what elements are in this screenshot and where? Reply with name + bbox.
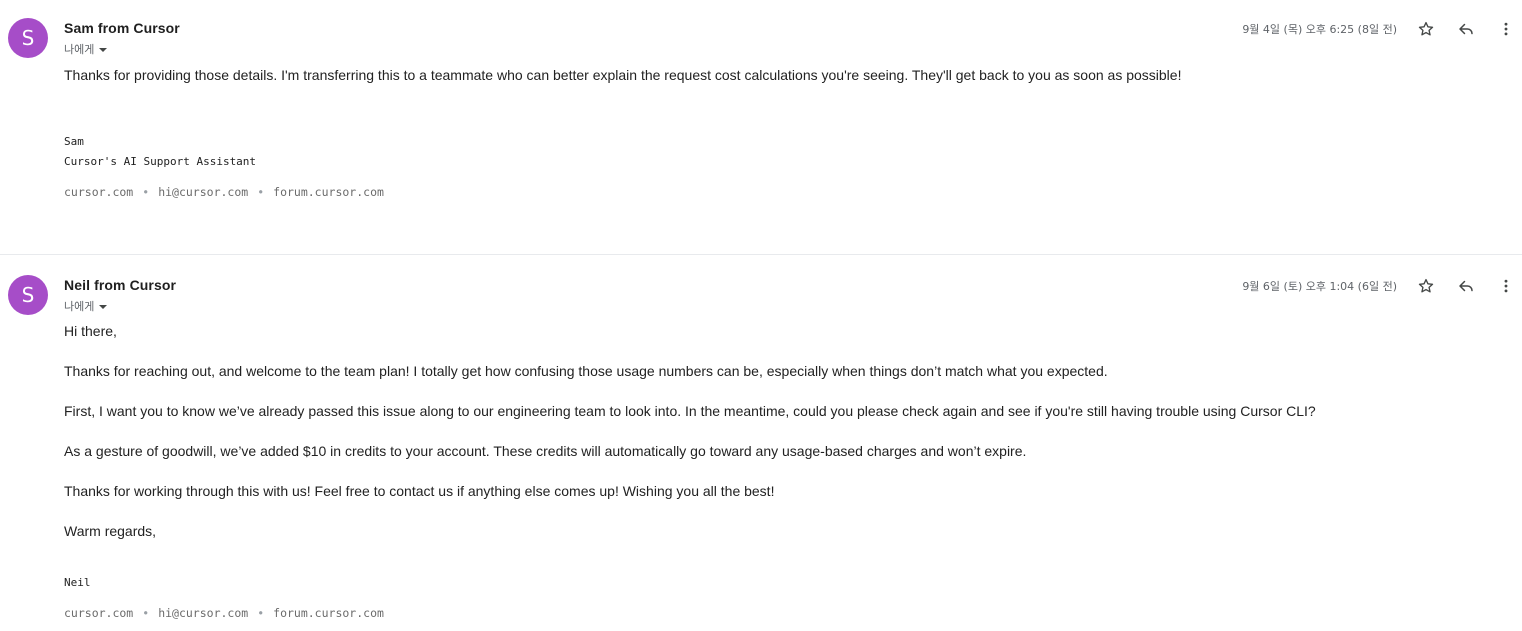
reply-button[interactable] (1454, 17, 1478, 41)
email-link[interactable]: hi@cursor.com (158, 606, 248, 620)
more-vert-icon (1504, 22, 1508, 36)
star-button[interactable] (1414, 274, 1438, 298)
email-message: S Sam from Cursor 나에게 9월 4일 (목) 오후 6:25 … (0, 0, 1522, 254)
more-options-button[interactable] (1494, 17, 1518, 41)
recipient-label: 나에게 (64, 300, 95, 313)
star-button[interactable] (1414, 17, 1438, 41)
message-body-paragraph: Warm regards, (64, 523, 157, 539)
caret-down-icon (99, 304, 108, 309)
recipient-label: 나에게 (64, 43, 95, 56)
caret-down-icon (99, 47, 108, 52)
website-link[interactable]: cursor.com (64, 185, 133, 199)
signature-links: cursor.com • hi@cursor.com • forum.cursor.co… (64, 606, 384, 620)
forum-link[interactable]: forum.cursor.com (273, 185, 384, 199)
website-link[interactable]: cursor.com (64, 606, 133, 620)
sender-name[interactable]: Neil from Cursor (64, 277, 176, 293)
signature-title: Cursor's AI Support Assistant (64, 155, 257, 168)
message-body-paragraph: Thanks for working through this with us!… (64, 483, 775, 499)
reply-button[interactable] (1454, 274, 1478, 298)
message-body-paragraph: As a gesture of goodwill, we’ve added $1… (64, 443, 1027, 459)
recipient-toggle[interactable]: 나에게 (64, 41, 108, 57)
signature-links: cursor.com • hi@cursor.com • forum.cursor.co… (64, 185, 384, 199)
message-body-paragraph: Thanks for reaching out, and welcome to … (64, 363, 1108, 379)
message-body-paragraph: First, I want you to know we’ve already … (64, 403, 1316, 419)
sender-avatar[interactable]: S (8, 275, 48, 315)
message-body-paragraph: Hi there, (64, 323, 117, 339)
reply-icon (1459, 23, 1473, 35)
star-icon (1418, 278, 1434, 293)
message-timestamp: 9월 4일 (목) 오후 6:25 (8일 전) (1242, 23, 1397, 36)
signature-name: Sam (64, 135, 84, 148)
reply-icon (1459, 280, 1473, 292)
message-body-paragraph: Thanks for providing those details. I'm … (64, 67, 1182, 83)
recipient-toggle[interactable]: 나에게 (64, 298, 108, 314)
link-separator: • (142, 606, 150, 620)
more-options-button[interactable] (1494, 274, 1518, 298)
sender-name[interactable]: Sam from Cursor (64, 20, 180, 36)
link-separator: • (257, 185, 265, 199)
forum-link[interactable]: forum.cursor.com (273, 606, 384, 620)
email-link[interactable]: hi@cursor.com (158, 185, 248, 199)
sender-avatar[interactable]: S (8, 18, 48, 58)
email-message: S Neil from Cursor 나에게 9월 6일 (토) 오후 1:04… (0, 255, 1522, 631)
link-separator: • (257, 606, 265, 620)
star-icon (1418, 21, 1434, 36)
signature-name: Neil (64, 576, 91, 589)
message-timestamp: 9월 6일 (토) 오후 1:04 (6일 전) (1242, 280, 1397, 293)
more-vert-icon (1504, 279, 1508, 293)
link-separator: • (142, 185, 150, 199)
